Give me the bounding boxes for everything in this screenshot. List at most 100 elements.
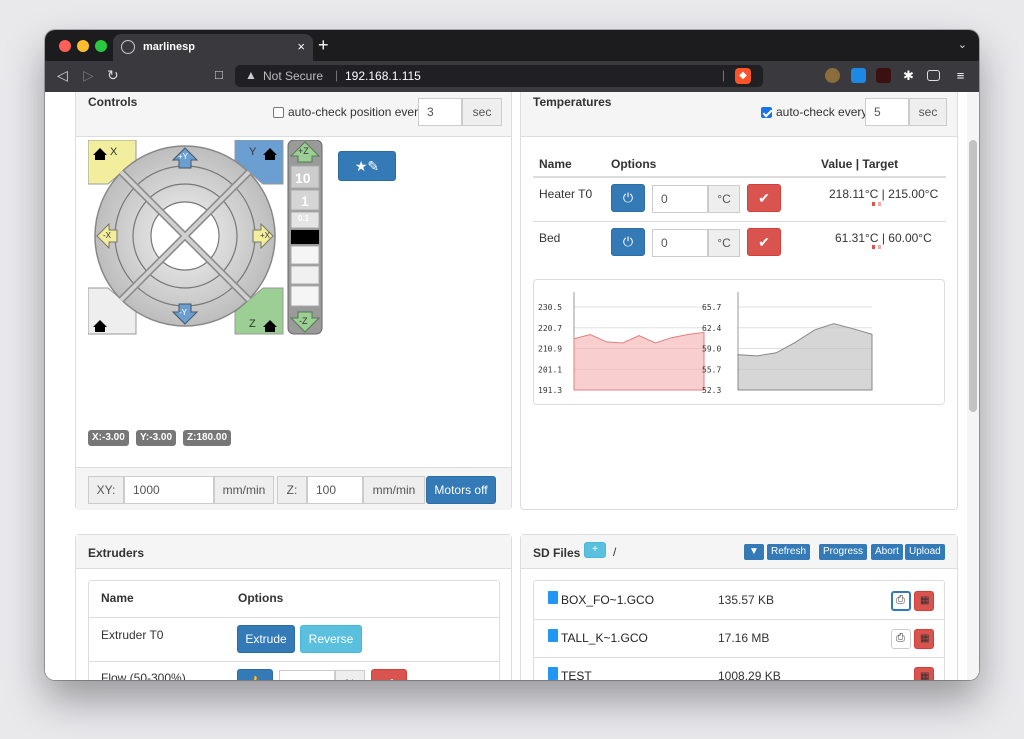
z-speed-input[interactable]: 100 bbox=[307, 476, 363, 504]
progress-button[interactable]: Progress bbox=[819, 544, 868, 560]
xy-speed-input[interactable]: 1000 bbox=[124, 476, 214, 504]
extruders-header: Extruders bbox=[76, 535, 511, 569]
delete-file-button[interactable]: ▦ bbox=[914, 629, 934, 649]
flow-set-button[interactable]: ✔ bbox=[371, 669, 407, 680]
file-icon bbox=[548, 591, 558, 604]
bed-name: Bed bbox=[539, 231, 561, 245]
heater-t0-set-button[interactable]: ✔ bbox=[747, 184, 781, 212]
auto-check-temp-label: auto-check every: bbox=[776, 105, 871, 119]
sd-files-title: SD Files bbox=[533, 546, 581, 560]
scrollbar[interactable] bbox=[967, 92, 979, 680]
wallet-icon[interactable] bbox=[927, 70, 940, 81]
bed-power-button[interactable]: ⏻ bbox=[611, 228, 645, 256]
step-10-button[interactable]: 10 bbox=[295, 170, 311, 186]
puzzle-icon[interactable]: ✱ bbox=[901, 68, 916, 83]
tab-close-icon[interactable]: × bbox=[297, 39, 305, 54]
filter-button[interactable]: ▼ bbox=[744, 544, 764, 560]
check-icon: ✔ bbox=[758, 234, 770, 250]
back-icon[interactable]: ◁ bbox=[57, 67, 68, 84]
forward-icon[interactable]: ▷ bbox=[83, 67, 94, 84]
step-1-button[interactable]: 1 bbox=[301, 193, 309, 209]
extruders-panel: Extruders Name Options Extruder T0 Extru… bbox=[75, 534, 512, 680]
file-size: 135.57 KB bbox=[718, 593, 775, 607]
reverse-button[interactable]: Reverse bbox=[300, 625, 362, 653]
extension-icon-1[interactable] bbox=[825, 68, 840, 83]
auto-check-position-label: auto-check position every: bbox=[288, 105, 428, 119]
sd-path: / bbox=[613, 545, 617, 559]
trash-icon: ▦ bbox=[920, 595, 930, 606]
delete-file-button[interactable]: ▦ bbox=[914, 667, 934, 680]
page-content: Controls auto-check position every: 3 se… bbox=[45, 92, 979, 680]
abort-button[interactable]: Abort bbox=[871, 544, 903, 560]
auto-check-position-input[interactable]: 3 bbox=[418, 98, 462, 126]
sd-files-list: BOX_FO~1.GCO 135.57 KB ⎙ ▦ TALL_K~1.GCO … bbox=[533, 580, 945, 680]
trash-icon: ▦ bbox=[920, 671, 930, 680]
bed-unit: °C bbox=[708, 229, 740, 257]
minus-z-button[interactable]: -Z bbox=[299, 316, 308, 326]
plus-x-button[interactable]: +X bbox=[260, 231, 270, 240]
position-x-badge: X:-3.00 bbox=[88, 430, 129, 446]
jog-wheel-graphic bbox=[87, 139, 323, 335]
flow-input[interactable] bbox=[279, 670, 335, 680]
file-icon bbox=[548, 629, 558, 642]
new-tab-button[interactable]: + bbox=[318, 35, 329, 56]
extruders-header-options: Options bbox=[238, 591, 284, 605]
chart-area-series bbox=[737, 323, 873, 391]
close-window-button[interactable] bbox=[59, 40, 71, 52]
minus-y-button[interactable]: -Y bbox=[179, 308, 187, 317]
home-x-label: X bbox=[110, 146, 118, 158]
file-name[interactable]: TALL_K~1.GCO bbox=[561, 631, 648, 645]
bookmark-icon[interactable]: □ bbox=[215, 67, 223, 82]
bed-target-input[interactable]: 0 bbox=[652, 229, 708, 257]
address-bar[interactable]: ▲ Not Secure | 192.168.1.115 | ◆ bbox=[235, 65, 763, 87]
upload-button[interactable]: Upload bbox=[905, 544, 945, 560]
auto-check-position-checkbox[interactable] bbox=[273, 107, 284, 118]
bed-set-button[interactable]: ✔ bbox=[747, 228, 781, 256]
heater-t0-target-input[interactable]: 0 bbox=[652, 185, 708, 213]
plus-y-button[interactable]: +Y bbox=[178, 152, 188, 161]
maximize-window-button[interactable] bbox=[95, 40, 107, 52]
flow-reset-button[interactable]: 👍 bbox=[237, 669, 273, 680]
chart-tick-label: 55.7 bbox=[702, 365, 721, 374]
chart-tick-label: 220.7 bbox=[538, 324, 562, 333]
plus-z-button[interactable]: +Z bbox=[298, 146, 309, 156]
browser-tab[interactable]: marlinesp × bbox=[113, 34, 313, 61]
extruders-table: Name Options Extruder T0 Extrude Reverse… bbox=[88, 580, 500, 680]
url-separator-2: | bbox=[721, 68, 725, 82]
xy-speed-unit: mm/min bbox=[214, 476, 274, 504]
star-pencil-icon: ★✎ bbox=[354, 158, 380, 174]
extension-icon-2[interactable] bbox=[851, 68, 866, 83]
heater-t0-power-button[interactable]: ⏻ bbox=[611, 184, 645, 212]
file-name[interactable]: TEST bbox=[561, 669, 592, 680]
refresh-button[interactable]: Refresh bbox=[767, 544, 811, 560]
tab-menu-chevron-icon[interactable]: ⌄ bbox=[958, 38, 967, 51]
auto-check-temp-input[interactable]: 5 bbox=[865, 98, 909, 126]
extrude-button[interactable]: Extrude bbox=[237, 625, 295, 653]
menu-icon[interactable]: ≡ bbox=[953, 68, 968, 83]
extruders-title: Extruders bbox=[88, 546, 145, 560]
position-y-badge: Y:-3.00 bbox=[136, 430, 177, 446]
globe-icon bbox=[121, 40, 135, 54]
power-icon: ⏻ bbox=[622, 234, 634, 249]
printer-icon: ⎙ bbox=[896, 594, 905, 606]
new-folder-button[interactable]: + bbox=[584, 542, 606, 558]
bed-value: 61.31°C | 60.00°C bbox=[835, 231, 932, 245]
macro-button[interactable]: ★✎ bbox=[338, 151, 396, 181]
step-0-1-button[interactable]: 0.1 bbox=[298, 214, 309, 223]
scrollbar-thumb[interactable] bbox=[969, 140, 977, 412]
thumbs-up-icon: 👍 bbox=[247, 675, 263, 680]
print-file-button[interactable]: ⎙ bbox=[891, 629, 911, 649]
reload-icon[interactable]: ↻ bbox=[107, 67, 119, 84]
tab-bar: marlinesp × + ⌄ bbox=[45, 30, 979, 61]
extension-icon-3[interactable] bbox=[876, 68, 891, 83]
print-file-button[interactable]: ⎙ bbox=[891, 591, 911, 611]
file-name[interactable]: BOX_FO~1.GCO bbox=[561, 593, 654, 607]
minus-x-button[interactable]: -X bbox=[103, 231, 111, 240]
brave-shield-icon[interactable]: ◆ bbox=[735, 68, 751, 84]
filter-icon: ▼ bbox=[749, 546, 759, 557]
flow-unit: % bbox=[335, 670, 365, 680]
auto-check-temp-checkbox[interactable] bbox=[761, 107, 772, 118]
delete-file-button[interactable]: ▦ bbox=[914, 591, 934, 611]
minimize-window-button[interactable] bbox=[77, 40, 89, 52]
motors-off-button[interactable]: Motors off bbox=[426, 476, 496, 504]
